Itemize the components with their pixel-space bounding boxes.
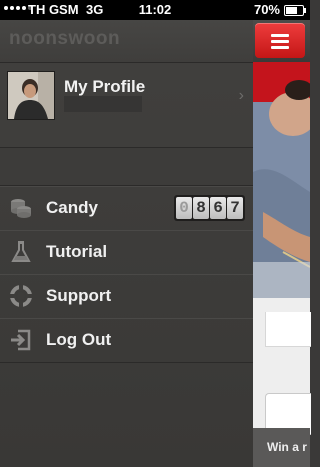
- status-bar: TH GSM 3G 11:02 70%: [0, 0, 310, 20]
- content-cards: [253, 298, 311, 435]
- menu-header: noonswoon: [0, 20, 253, 63]
- profile-photo[interactable]: [253, 62, 310, 298]
- battery-percent: 70%: [253, 2, 280, 17]
- menu-toggle-button[interactable]: [255, 23, 305, 58]
- coins-icon: [11, 199, 31, 218]
- flask-icon: [11, 241, 31, 262]
- side-menu: noonswoon My Profile › Candy 0 8 6 7 Tut…: [0, 20, 253, 467]
- content-topbar: [253, 20, 310, 62]
- promo-banner[interactable]: Win a r: [253, 428, 310, 467]
- menu-item-support[interactable]: Support: [0, 274, 253, 319]
- logout-icon: [11, 329, 31, 351]
- battery-icon: [284, 5, 306, 16]
- menu-item-label: Candy: [46, 198, 98, 217]
- menu-item-label: Log Out: [46, 330, 112, 349]
- profile-row[interactable]: My Profile ›: [0, 63, 253, 148]
- profile-subtitle-bar: [64, 96, 142, 112]
- lifebuoy-icon: [10, 285, 32, 307]
- info-panel: [265, 312, 311, 347]
- menu-item-label: Support: [46, 286, 112, 305]
- menu-divider-section: [0, 148, 253, 186]
- app-logo: noonswoon: [9, 28, 121, 49]
- counter-digit: 7: [227, 197, 243, 219]
- main-content-peek[interactable]: Win a r: [253, 20, 311, 467]
- hamburger-icon: [271, 34, 289, 49]
- candy-counter: 0 8 6 7: [174, 195, 245, 221]
- counter-digit: 6: [210, 197, 226, 219]
- menu-item-logout[interactable]: Log Out: [0, 318, 253, 363]
- menu-item-candy[interactable]: Candy 0 8 6 7: [0, 186, 253, 231]
- promo-banner-text: Win a r: [267, 440, 307, 454]
- menu-item-label: Tutorial: [46, 242, 108, 261]
- menu-item-tutorial[interactable]: Tutorial: [0, 230, 253, 275]
- counter-digit: 8: [193, 197, 209, 219]
- chevron-right-icon: ›: [238, 87, 244, 104]
- avatar: [7, 71, 55, 120]
- counter-digit: 0: [176, 197, 192, 219]
- profile-name: My Profile: [64, 77, 146, 96]
